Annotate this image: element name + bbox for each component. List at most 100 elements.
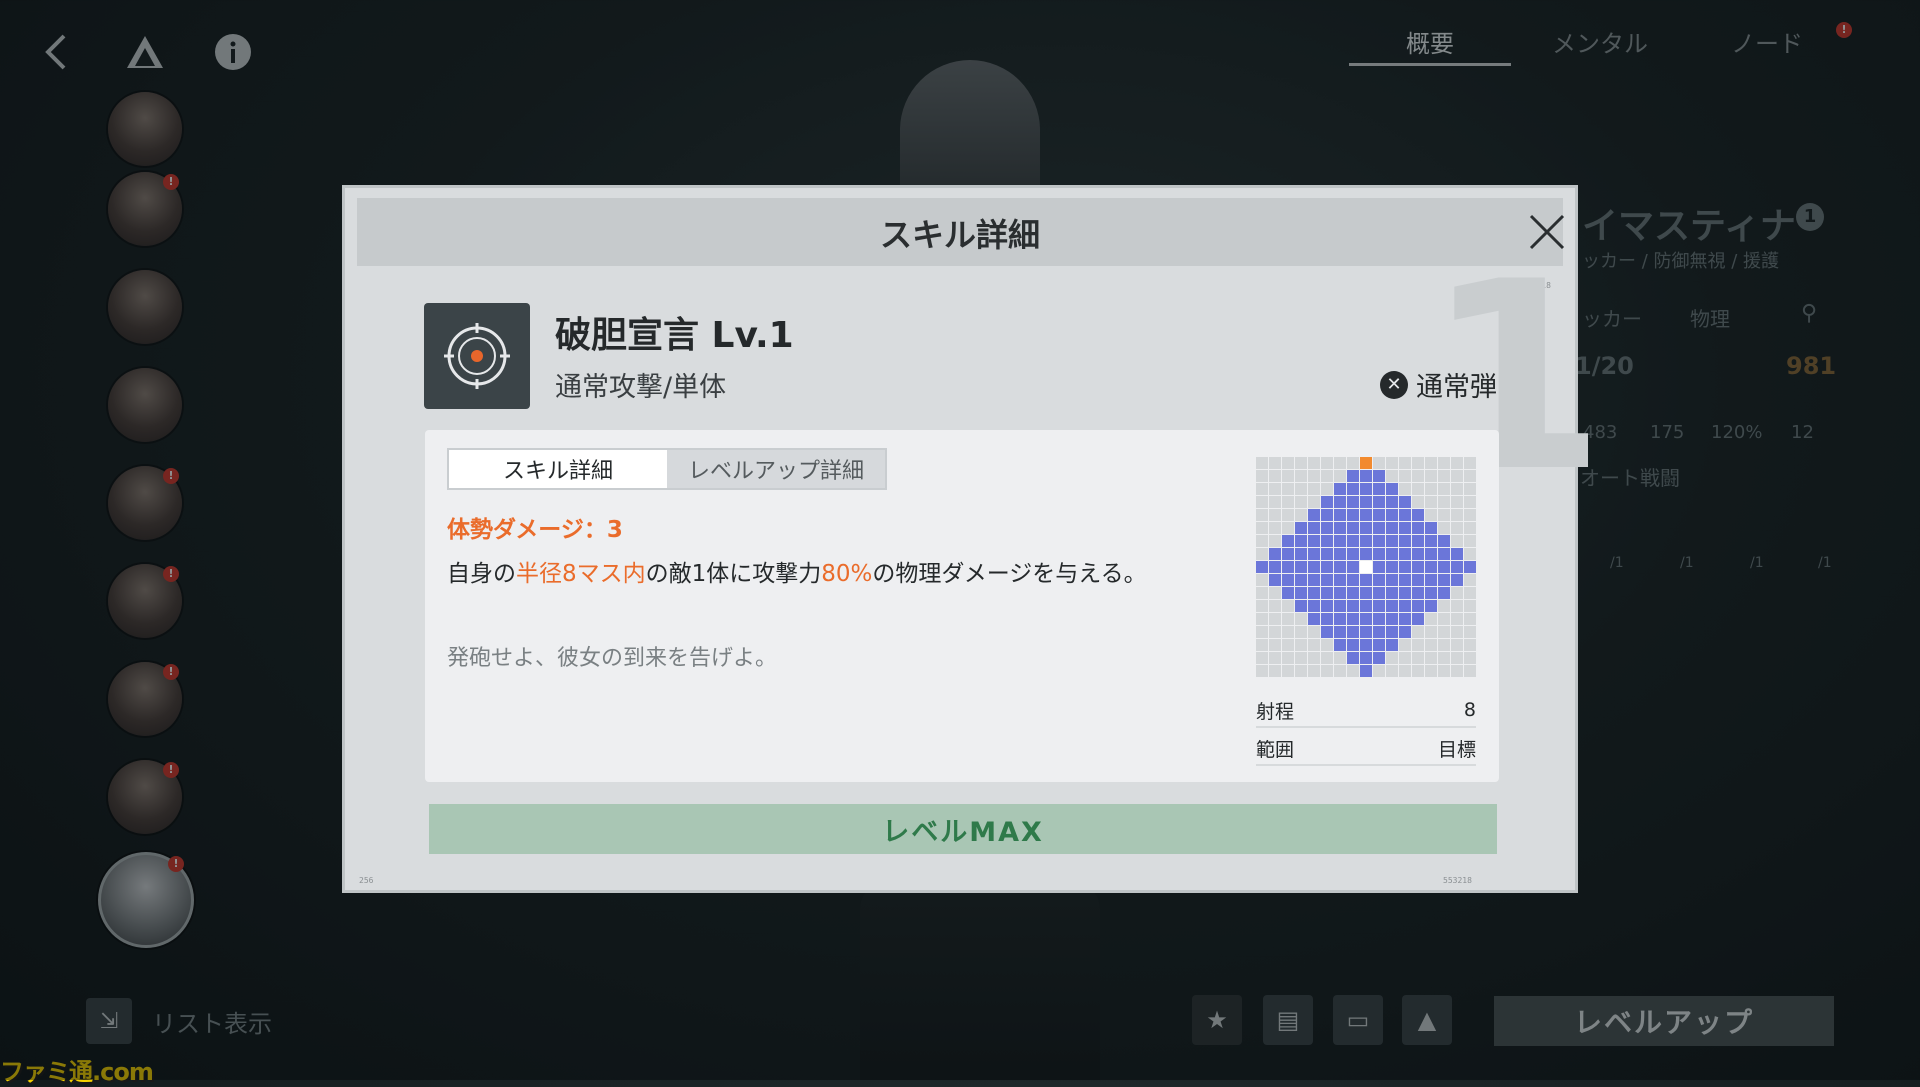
range-cell — [1269, 600, 1281, 612]
range-cell — [1451, 574, 1463, 586]
range-cell — [1373, 665, 1385, 677]
skill-detail-modal: スキル詳細 D-0718 1 破胆宣言 Lv.1 通常攻撃/単体 ✕ 通常弾 ス… — [342, 185, 1606, 893]
range-cell — [1360, 561, 1372, 573]
range-cell — [1347, 652, 1359, 664]
range-cell — [1295, 457, 1307, 469]
range-cell — [1412, 587, 1424, 599]
range-cell — [1269, 470, 1281, 482]
range-cell — [1412, 470, 1424, 482]
range-cell — [1321, 483, 1333, 495]
range-cell — [1412, 613, 1424, 625]
range-cell — [1412, 639, 1424, 651]
range-cell — [1451, 600, 1463, 612]
range-cell — [1412, 561, 1424, 573]
range-cell — [1282, 561, 1294, 573]
range-cell — [1464, 561, 1476, 573]
range-cell — [1451, 587, 1463, 599]
range-cell — [1438, 600, 1450, 612]
stat-range-value: 8 — [1463, 699, 1476, 721]
range-cell — [1295, 665, 1307, 677]
range-cell — [1334, 470, 1346, 482]
range-cell — [1256, 652, 1268, 664]
range-cell — [1386, 626, 1398, 638]
range-cell — [1373, 626, 1385, 638]
range-cell — [1321, 548, 1333, 560]
range-cell — [1399, 587, 1411, 599]
range-cell — [1321, 535, 1333, 547]
range-cell — [1425, 509, 1437, 521]
range-cell — [1347, 470, 1359, 482]
modal-title: スキル詳細 — [879, 216, 1040, 254]
range-cell — [1360, 613, 1372, 625]
range-cell — [1347, 457, 1359, 469]
range-cell — [1399, 535, 1411, 547]
range-cell — [1256, 613, 1268, 625]
range-cell — [1425, 639, 1437, 651]
range-cell — [1360, 496, 1372, 508]
range-cell — [1308, 509, 1320, 521]
posture-damage: 体勢ダメージ：3 — [447, 517, 623, 543]
range-cell — [1347, 665, 1359, 677]
level-max-button[interactable]: レベルMAX — [429, 804, 1497, 854]
range-cell — [1412, 457, 1424, 469]
range-cell — [1464, 457, 1476, 469]
range-cell — [1425, 561, 1437, 573]
range-cell — [1347, 639, 1359, 651]
range-cell — [1425, 587, 1437, 599]
range-cell — [1308, 587, 1320, 599]
range-cell — [1386, 470, 1398, 482]
range-cell — [1451, 561, 1463, 573]
subtab-levelup-detail[interactable]: レベルアップ詳細 — [667, 450, 885, 488]
range-cell — [1373, 483, 1385, 495]
range-cell — [1425, 626, 1437, 638]
range-cell — [1425, 496, 1437, 508]
range-cell — [1295, 587, 1307, 599]
skill-type: 通常攻撃/単体 — [555, 372, 727, 403]
range-cell — [1412, 665, 1424, 677]
range-cell — [1321, 587, 1333, 599]
range-cell — [1334, 561, 1346, 573]
range-cell — [1425, 470, 1437, 482]
range-cell — [1282, 457, 1294, 469]
subtab-skill-detail[interactable]: スキル詳細 — [449, 450, 667, 488]
range-cell — [1373, 600, 1385, 612]
range-cell — [1308, 626, 1320, 638]
range-cell — [1295, 574, 1307, 586]
range-cell — [1334, 496, 1346, 508]
range-cell — [1438, 652, 1450, 664]
range-cell — [1399, 626, 1411, 638]
range-cell — [1334, 665, 1346, 677]
range-cell — [1399, 613, 1411, 625]
range-cell — [1347, 548, 1359, 560]
range-cell — [1308, 574, 1320, 586]
range-cell — [1347, 587, 1359, 599]
range-cell — [1282, 665, 1294, 677]
range-cell — [1399, 665, 1411, 677]
stat-area-value: 目標 — [1437, 738, 1476, 761]
range-cell — [1282, 483, 1294, 495]
modal-header: スキル詳細 — [357, 198, 1565, 266]
range-cell — [1451, 613, 1463, 625]
range-cell — [1425, 457, 1437, 469]
range-cell — [1386, 600, 1398, 612]
range-cell — [1438, 626, 1450, 638]
range-cell — [1464, 652, 1476, 664]
ammo-type: ✕ 通常弾 — [1380, 365, 1497, 404]
range-cell — [1347, 535, 1359, 547]
range-cell — [1321, 509, 1333, 521]
range-cell — [1464, 483, 1476, 495]
range-cell — [1451, 483, 1463, 495]
range-cell — [1386, 665, 1398, 677]
range-cell — [1360, 470, 1372, 482]
range-cell — [1464, 522, 1476, 534]
range-cell — [1321, 457, 1333, 469]
range-cell — [1308, 483, 1320, 495]
range-cell — [1438, 535, 1450, 547]
range-cell — [1386, 496, 1398, 508]
range-cell — [1295, 639, 1307, 651]
range-cell — [1399, 639, 1411, 651]
range-cell — [1399, 652, 1411, 664]
range-cell — [1438, 665, 1450, 677]
desc-part-1: 自身の — [447, 561, 516, 587]
range-cell — [1321, 522, 1333, 534]
